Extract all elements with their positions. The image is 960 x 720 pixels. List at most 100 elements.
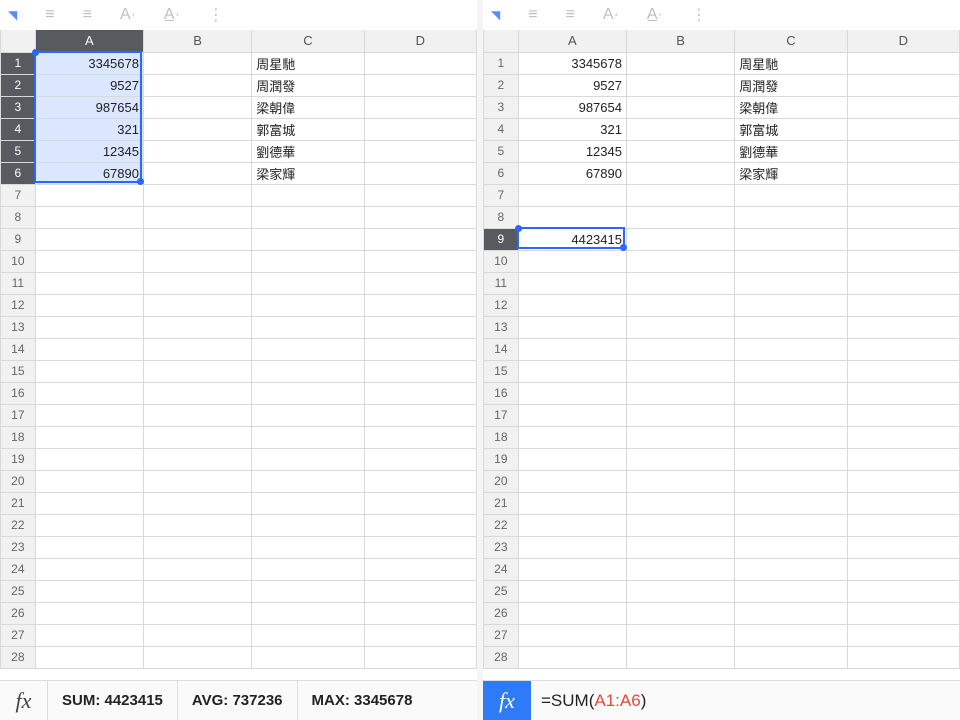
column-header-D[interactable]: D bbox=[847, 30, 959, 52]
row-header[interactable]: 3 bbox=[1, 96, 36, 118]
cell-D10[interactable] bbox=[847, 250, 959, 272]
cell-C4[interactable]: 郭富城 bbox=[735, 118, 847, 140]
cell-A1[interactable]: 3345678 bbox=[518, 52, 626, 74]
cell-C10[interactable] bbox=[252, 250, 364, 272]
cell-D11[interactable] bbox=[847, 272, 959, 294]
cell-C22[interactable] bbox=[735, 514, 847, 536]
cell-B10[interactable] bbox=[626, 250, 734, 272]
cell-B15[interactable] bbox=[626, 360, 734, 382]
cell-B10[interactable] bbox=[143, 250, 251, 272]
cell-A3[interactable]: 987654 bbox=[35, 96, 143, 118]
cell-A6[interactable]: 67890 bbox=[35, 162, 143, 184]
cell-A10[interactable] bbox=[518, 250, 626, 272]
cell-D12[interactable] bbox=[364, 294, 476, 316]
cell-D19[interactable] bbox=[364, 448, 476, 470]
row-header[interactable]: 22 bbox=[484, 514, 519, 536]
row-header[interactable]: 9 bbox=[1, 228, 36, 250]
row-header[interactable]: 7 bbox=[1, 184, 36, 206]
cell-A20[interactable] bbox=[35, 470, 143, 492]
cell-D21[interactable] bbox=[847, 492, 959, 514]
cell-C20[interactable] bbox=[735, 470, 847, 492]
cell-D1[interactable] bbox=[847, 52, 959, 74]
cell-A12[interactable] bbox=[518, 294, 626, 316]
row-header[interactable]: 23 bbox=[1, 536, 36, 558]
cell-B21[interactable] bbox=[626, 492, 734, 514]
cell-A27[interactable] bbox=[518, 624, 626, 646]
cell-B27[interactable] bbox=[143, 624, 251, 646]
cell-C3[interactable]: 梁朝偉 bbox=[735, 96, 847, 118]
cell-B20[interactable] bbox=[626, 470, 734, 492]
row-header[interactable]: 27 bbox=[484, 624, 519, 646]
cell-B7[interactable] bbox=[143, 184, 251, 206]
row-header[interactable]: 20 bbox=[484, 470, 519, 492]
row-header[interactable]: 26 bbox=[1, 602, 36, 624]
cell-B26[interactable] bbox=[626, 602, 734, 624]
row-header[interactable]: 16 bbox=[484, 382, 519, 404]
cell-C8[interactable] bbox=[252, 206, 364, 228]
cell-B6[interactable] bbox=[626, 162, 734, 184]
cell-B16[interactable] bbox=[143, 382, 251, 404]
cell-D8[interactable] bbox=[364, 206, 476, 228]
cell-B22[interactable] bbox=[143, 514, 251, 536]
cell-A8[interactable] bbox=[35, 206, 143, 228]
cell-A24[interactable] bbox=[518, 558, 626, 580]
cell-B3[interactable] bbox=[143, 96, 251, 118]
cell-D5[interactable] bbox=[847, 140, 959, 162]
cell-B6[interactable] bbox=[143, 162, 251, 184]
cell-A6[interactable]: 67890 bbox=[518, 162, 626, 184]
cell-C24[interactable] bbox=[252, 558, 364, 580]
cell-D1[interactable] bbox=[364, 52, 476, 74]
row-header[interactable]: 4 bbox=[484, 118, 519, 140]
row-header[interactable]: 5 bbox=[1, 140, 36, 162]
cell-A25[interactable] bbox=[518, 580, 626, 602]
row-header[interactable]: 6 bbox=[1, 162, 36, 184]
column-header-D[interactable]: D bbox=[364, 30, 476, 52]
cell-C1[interactable]: 周星馳 bbox=[735, 52, 847, 74]
cell-C15[interactable] bbox=[252, 360, 364, 382]
cell-B2[interactable] bbox=[626, 74, 734, 96]
cell-C15[interactable] bbox=[735, 360, 847, 382]
align-icon[interactable]: ≡ bbox=[45, 6, 54, 24]
cell-D6[interactable] bbox=[847, 162, 959, 184]
cell-D26[interactable] bbox=[847, 602, 959, 624]
cell-B11[interactable] bbox=[626, 272, 734, 294]
chevron-down-icon[interactable]: ◥ bbox=[8, 8, 17, 22]
cell-D13[interactable] bbox=[364, 316, 476, 338]
cell-C16[interactable] bbox=[735, 382, 847, 404]
cell-B20[interactable] bbox=[143, 470, 251, 492]
cell-D7[interactable] bbox=[847, 184, 959, 206]
row-header[interactable]: 8 bbox=[484, 206, 519, 228]
cell-A28[interactable] bbox=[518, 646, 626, 668]
column-header-C[interactable]: C bbox=[735, 30, 847, 52]
row-header[interactable]: 15 bbox=[484, 360, 519, 382]
cell-A13[interactable] bbox=[35, 316, 143, 338]
cell-A20[interactable] bbox=[518, 470, 626, 492]
row-header[interactable]: 1 bbox=[1, 52, 36, 74]
cell-A5[interactable]: 12345 bbox=[35, 140, 143, 162]
row-header[interactable]: 10 bbox=[1, 250, 36, 272]
cell-A10[interactable] bbox=[35, 250, 143, 272]
cell-B23[interactable] bbox=[143, 536, 251, 558]
cell-A1[interactable]: 3345678 bbox=[35, 52, 143, 74]
cell-B1[interactable] bbox=[626, 52, 734, 74]
cell-C3[interactable]: 梁朝偉 bbox=[252, 96, 364, 118]
cell-B23[interactable] bbox=[626, 536, 734, 558]
cell-D20[interactable] bbox=[847, 470, 959, 492]
cell-B18[interactable] bbox=[626, 426, 734, 448]
cell-A26[interactable] bbox=[35, 602, 143, 624]
cell-D7[interactable] bbox=[364, 184, 476, 206]
row-header[interactable]: 5 bbox=[484, 140, 519, 162]
cell-C14[interactable] bbox=[735, 338, 847, 360]
cell-A18[interactable] bbox=[518, 426, 626, 448]
cell-A12[interactable] bbox=[35, 294, 143, 316]
row-header[interactable]: 17 bbox=[1, 404, 36, 426]
cell-A7[interactable] bbox=[518, 184, 626, 206]
fx-icon[interactable]: fx bbox=[483, 681, 531, 720]
cell-D17[interactable] bbox=[847, 404, 959, 426]
cell-A14[interactable] bbox=[35, 338, 143, 360]
cell-A28[interactable] bbox=[35, 646, 143, 668]
row-header[interactable]: 28 bbox=[484, 646, 519, 668]
cell-B1[interactable] bbox=[143, 52, 251, 74]
cell-C5[interactable]: 劉德華 bbox=[735, 140, 847, 162]
row-header[interactable]: 10 bbox=[484, 250, 519, 272]
